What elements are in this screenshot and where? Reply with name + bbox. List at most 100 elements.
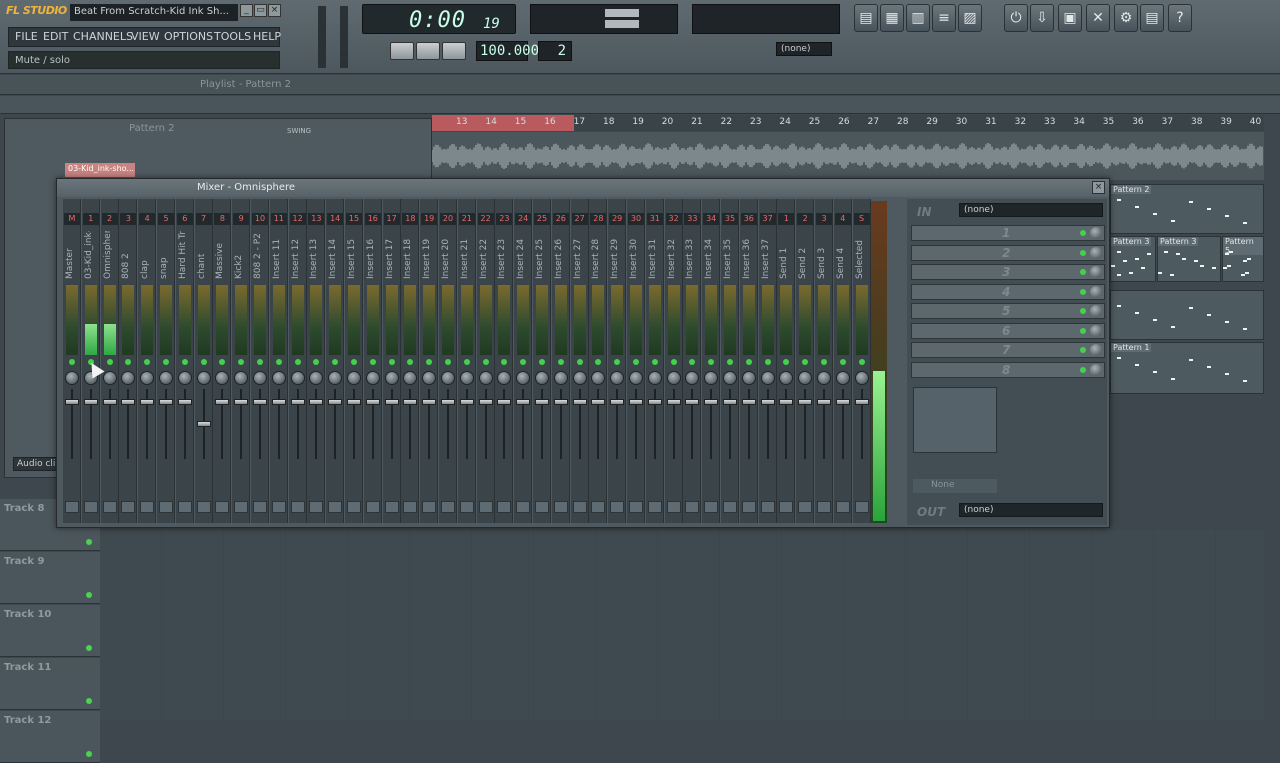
strip-enable-led[interactable] bbox=[238, 359, 245, 365]
slot-mix-knob[interactable] bbox=[1090, 344, 1102, 356]
volume-fader[interactable] bbox=[704, 399, 719, 405]
restore-icon[interactable]: ▭ bbox=[254, 4, 267, 17]
pan-knob[interactable] bbox=[459, 371, 474, 385]
volume-fader[interactable] bbox=[535, 399, 549, 405]
pan-knob[interactable] bbox=[572, 371, 587, 385]
pan-knob[interactable] bbox=[497, 371, 512, 385]
strip-enable-led[interactable] bbox=[463, 359, 470, 365]
help-icon[interactable]: ? bbox=[1168, 4, 1192, 32]
pan-knob[interactable] bbox=[102, 371, 117, 385]
volume-fader[interactable] bbox=[760, 399, 775, 405]
volume-fader[interactable] bbox=[196, 421, 211, 427]
volume-fader[interactable] bbox=[365, 399, 380, 405]
volume-fader[interactable] bbox=[384, 399, 399, 405]
pattern-clip[interactable]: Pattern 2 bbox=[1110, 184, 1264, 234]
effect-slot[interactable]: 6 bbox=[911, 322, 1105, 339]
mixer-strip[interactable]: 3 808 2 bbox=[119, 199, 138, 523]
route-button[interactable] bbox=[723, 501, 737, 513]
mixer-strip[interactable]: 1 Send 1 bbox=[777, 199, 796, 523]
mixer-strip[interactable]: 35 Insert 35 bbox=[721, 199, 739, 523]
volume-fader[interactable] bbox=[459, 399, 474, 405]
pan-knob[interactable] bbox=[760, 371, 775, 385]
route-button[interactable] bbox=[779, 501, 794, 513]
strip-enable-led[interactable] bbox=[708, 359, 715, 365]
slot-enable-led[interactable] bbox=[1080, 230, 1086, 236]
input-select[interactable]: (none) bbox=[959, 203, 1103, 217]
mixer-strip[interactable]: 19 Insert 19 bbox=[420, 199, 439, 523]
mixer-strip[interactable]: 25 Insert 25 bbox=[533, 199, 551, 523]
effect-slot[interactable]: 4 bbox=[911, 283, 1105, 300]
strip-enable-led[interactable] bbox=[670, 359, 677, 365]
piano-roll-icon[interactable]: ▥ bbox=[906, 4, 930, 32]
effect-slot[interactable]: 3 bbox=[911, 264, 1105, 280]
strip-enable-led[interactable] bbox=[821, 359, 827, 365]
pan-knob[interactable] bbox=[140, 371, 155, 385]
volume-fader[interactable] bbox=[516, 399, 531, 405]
pan-knob[interactable] bbox=[159, 371, 173, 385]
route-button[interactable] bbox=[403, 501, 418, 513]
volume-fader[interactable] bbox=[497, 399, 512, 405]
volume-fader[interactable] bbox=[854, 399, 869, 405]
track-header[interactable]: Track 12 bbox=[0, 711, 100, 763]
route-button[interactable] bbox=[384, 501, 399, 513]
route-button[interactable] bbox=[253, 501, 267, 513]
slot-mix-knob[interactable] bbox=[1090, 363, 1102, 376]
mixer-strip[interactable]: 37 Insert 37 bbox=[758, 199, 777, 523]
strip-enable-led[interactable] bbox=[332, 359, 339, 365]
eq-display[interactable] bbox=[913, 387, 997, 453]
route-button[interactable] bbox=[817, 501, 831, 513]
mixer-strip[interactable]: 8 Massive bbox=[213, 199, 232, 523]
volume-fader[interactable] bbox=[572, 399, 587, 405]
strip-enable-led[interactable] bbox=[802, 359, 809, 365]
effect-slot[interactable]: 1 bbox=[911, 225, 1105, 241]
volume-fader[interactable] bbox=[629, 399, 643, 405]
strip-enable-led[interactable] bbox=[351, 359, 357, 365]
volume-fader[interactable] bbox=[328, 399, 343, 405]
route-button[interactable] bbox=[309, 501, 324, 513]
route-button[interactable] bbox=[234, 501, 249, 513]
strip-enable-led[interactable] bbox=[839, 359, 846, 365]
mixer-strip[interactable]: 21 Insert 21 bbox=[457, 199, 476, 523]
pan-knob[interactable] bbox=[365, 371, 380, 385]
mixer-strip[interactable]: 4 Send 4 bbox=[833, 199, 852, 523]
strip-enable-led[interactable] bbox=[858, 359, 865, 365]
strip-enable-led[interactable] bbox=[313, 359, 320, 365]
pan-knob[interactable] bbox=[271, 371, 286, 385]
effect-slot[interactable]: 2 bbox=[911, 244, 1105, 261]
volume-fader[interactable] bbox=[591, 399, 606, 405]
volume-fader[interactable] bbox=[140, 399, 155, 405]
record-button[interactable] bbox=[442, 42, 466, 60]
slot-mix-knob[interactable] bbox=[1090, 266, 1102, 278]
track-header[interactable]: Track 9 bbox=[0, 552, 100, 604]
strip-enable-led[interactable] bbox=[219, 359, 226, 365]
mixer-icon[interactable]: ▨ bbox=[958, 4, 982, 32]
route-button[interactable] bbox=[535, 501, 549, 513]
strip-enable-led[interactable] bbox=[144, 359, 151, 365]
pattern-clip[interactable]: Pattern 3 bbox=[1110, 236, 1156, 282]
save-icon[interactable]: ▣ bbox=[1058, 4, 1082, 32]
render-icon[interactable]: ⇩ bbox=[1030, 4, 1054, 32]
volume-fader[interactable] bbox=[835, 399, 850, 405]
mixer-strip[interactable]: 27 Insert 27 bbox=[570, 199, 589, 523]
strip-enable-led[interactable] bbox=[557, 359, 564, 365]
menu-item[interactable]: EDIT bbox=[43, 30, 68, 43]
pan-knob[interactable] bbox=[422, 371, 437, 385]
volume-fader[interactable] bbox=[647, 399, 662, 405]
mixer-strip[interactable]: 34 Insert 34 bbox=[702, 199, 721, 523]
route-button[interactable] bbox=[102, 501, 117, 513]
playlist-grid[interactable] bbox=[100, 530, 1264, 720]
route-button[interactable] bbox=[704, 501, 719, 513]
settings-icon[interactable]: ⚙ bbox=[1114, 4, 1138, 32]
browser-icon[interactable]: ≡ bbox=[932, 4, 956, 32]
volume-fader[interactable] bbox=[253, 399, 267, 405]
route-button[interactable] bbox=[610, 501, 625, 513]
slot-enable-led[interactable] bbox=[1080, 347, 1086, 353]
pan-knob[interactable] bbox=[723, 371, 737, 385]
mixer-strip[interactable]: 2 Omnisphere bbox=[100, 199, 119, 523]
strip-enable-led[interactable] bbox=[407, 359, 414, 365]
volume-fader[interactable] bbox=[234, 399, 249, 405]
mixer-strip[interactable]: 5 snap bbox=[157, 199, 175, 523]
menu-item[interactable]: FILE bbox=[15, 30, 38, 43]
pan-knob[interactable] bbox=[65, 371, 79, 385]
power-icon[interactable]: ⏻ bbox=[1004, 4, 1028, 32]
